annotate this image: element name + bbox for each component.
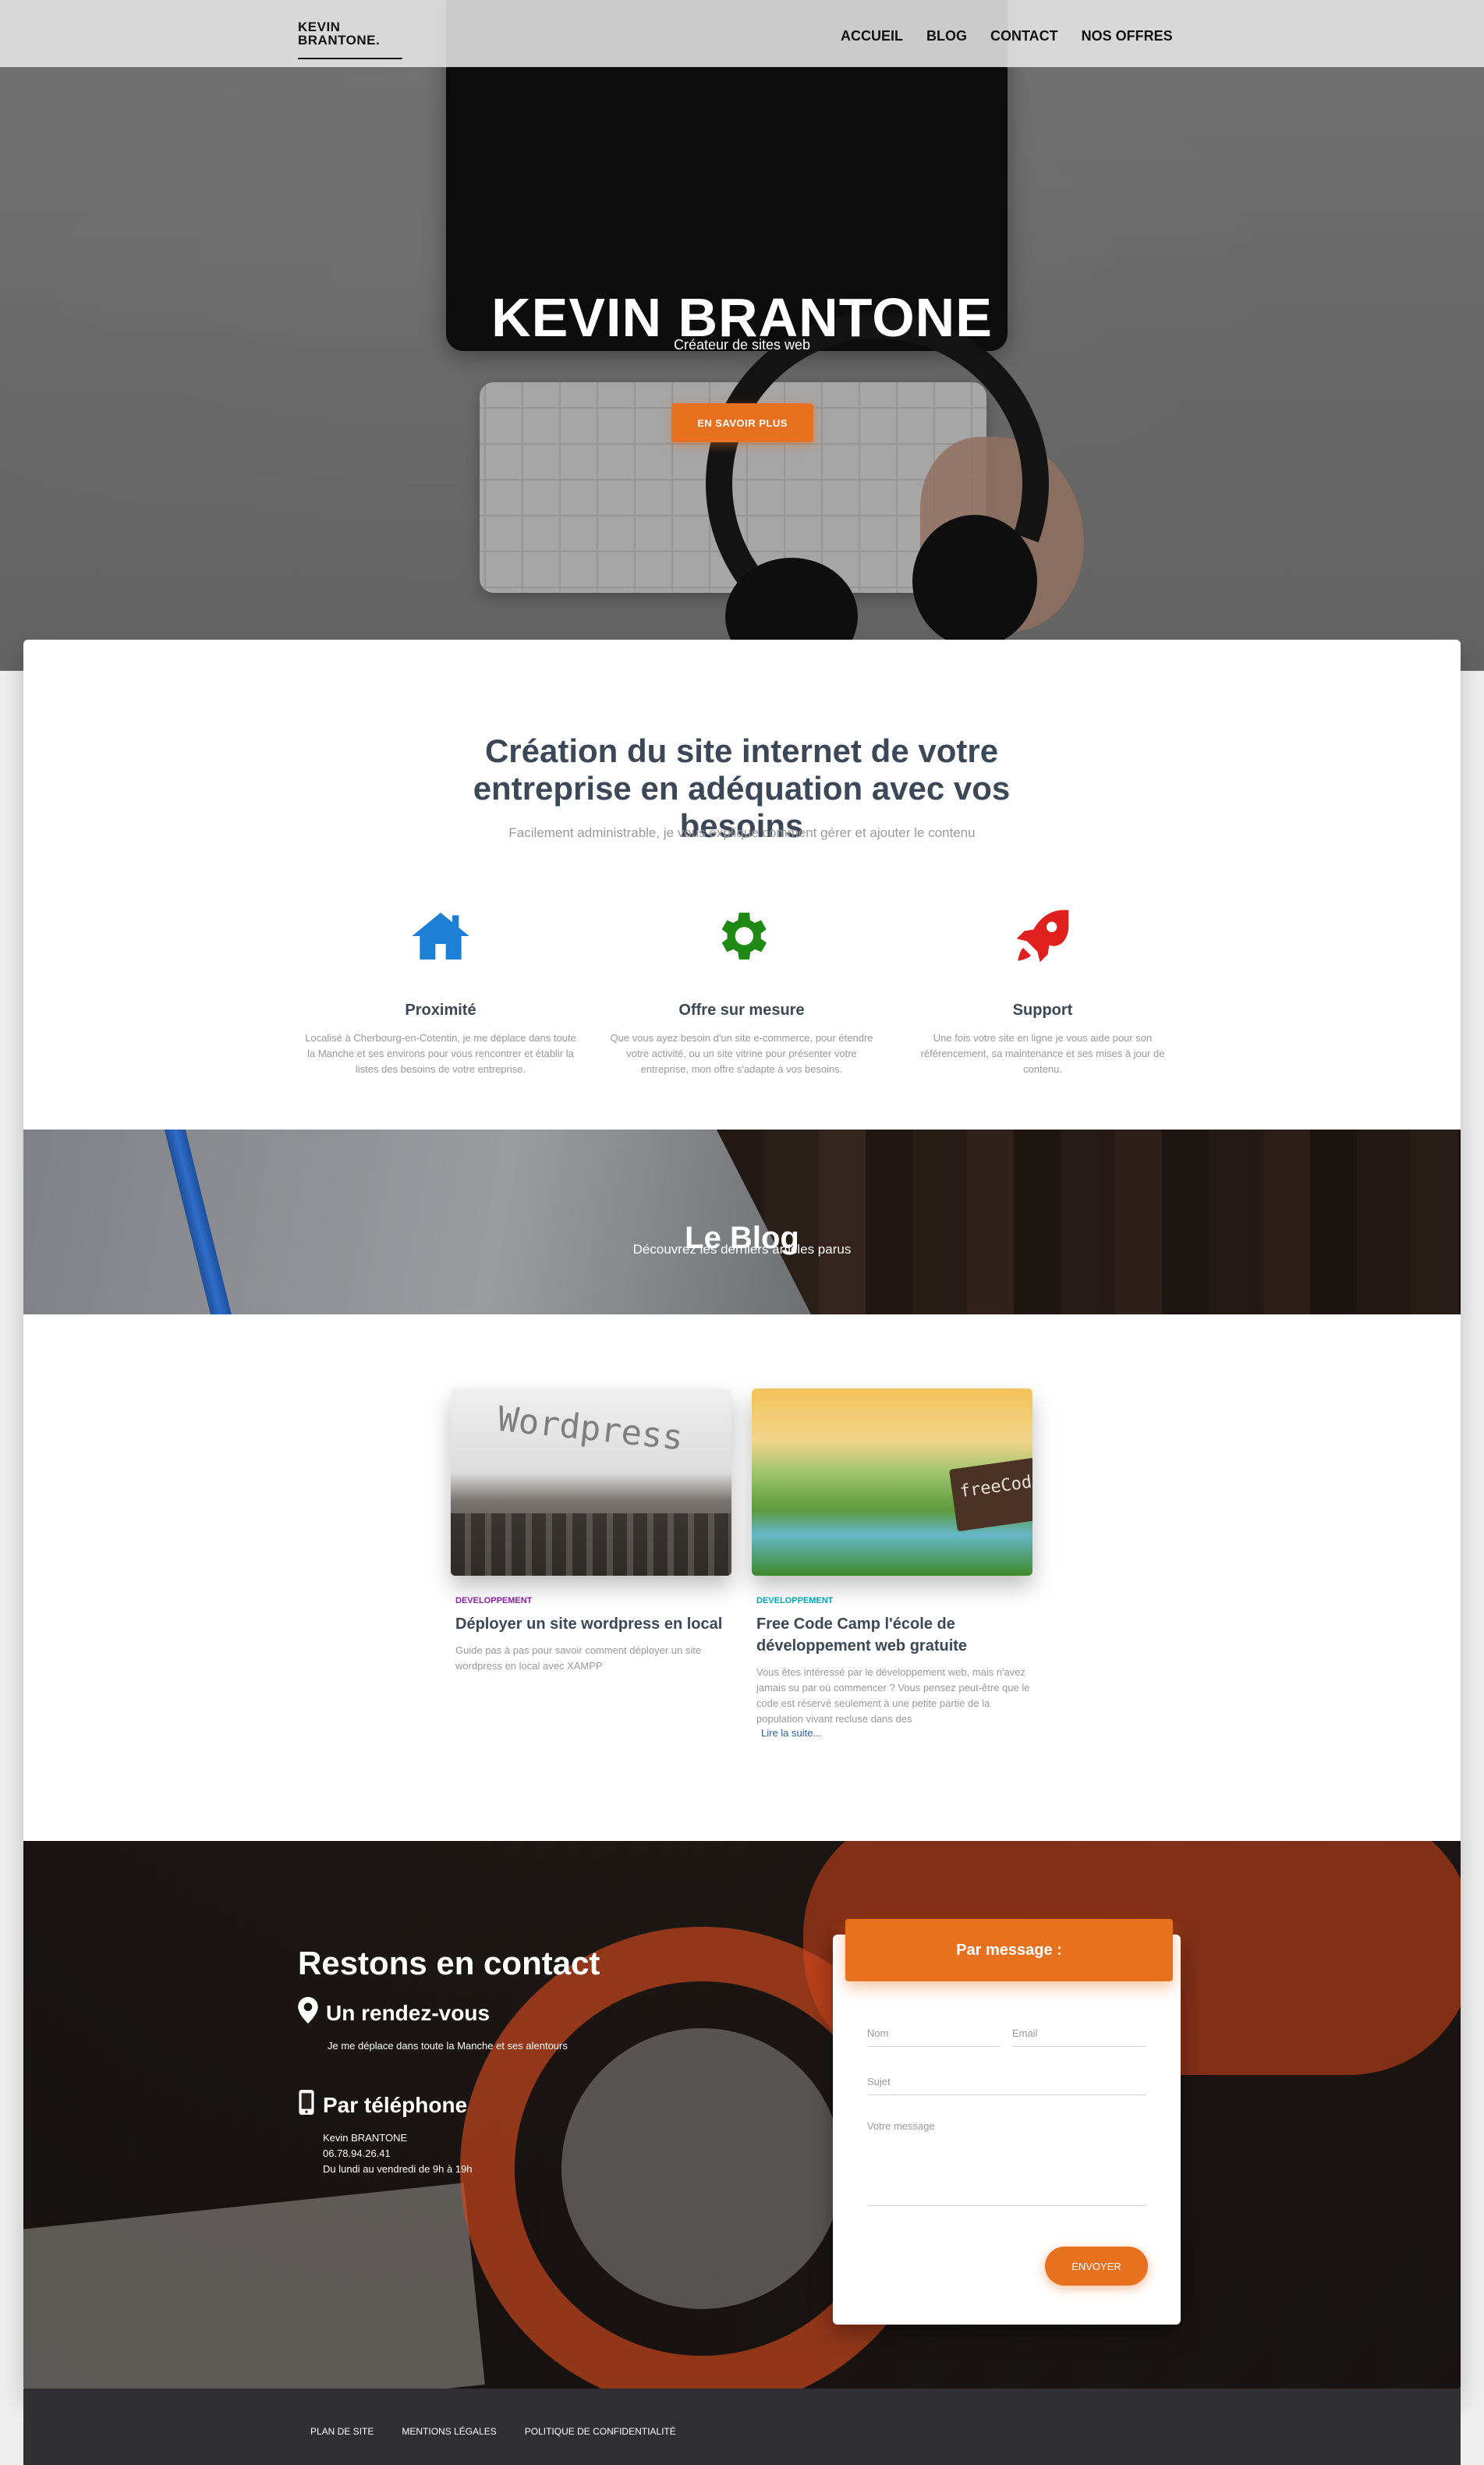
gear-icon [710, 905, 773, 967]
typewriter-keys [451, 1513, 731, 1576]
blog-subtitle: Découvrez les derniers articles parus [632, 1242, 852, 1257]
blog-post-card[interactable]: freeCode DEVELOPPEMENT Free Code Camp l'… [752, 1389, 1032, 1739]
send-button[interactable]: ENVOYER [1045, 2247, 1148, 2286]
post-title[interactable]: Déployer un site wordpress en local [455, 1613, 731, 1635]
feature-title: Offre sur mesure [678, 1002, 805, 1019]
post-image-caption: freeCode [948, 1457, 1032, 1532]
feature-title: Support [1012, 1002, 1073, 1019]
footer-link-plan[interactable]: PLAN DE SITE [310, 2426, 374, 2437]
subject-field[interactable] [867, 2069, 1146, 2095]
post-image-caption: Wordpress [495, 1399, 685, 1459]
phone-hours: Du lundi au vendredi de 9h à 19h [323, 2163, 473, 2175]
blog-post-card[interactable]: Wordpress DEVELOPPEMENT Déployer un site… [451, 1389, 731, 1705]
name-field[interactable] [867, 2020, 1000, 2047]
meeting-text: Je me déplace dans toute la Manche et se… [328, 2040, 568, 2052]
post-excerpt: Vous êtes intéressé par le développement… [756, 1666, 1030, 1725]
site-logo[interactable]: KEVIN BRANTONE. [298, 20, 402, 59]
contact-phone: Par téléphone Kevin BRANTONE 06.78.94.26… [298, 2089, 473, 2177]
main-content: Création du site internet de votre entre… [23, 640, 1461, 2391]
footer: PLAN DE SITE MENTIONS LÉGALES POLITIQUE … [23, 2389, 1461, 2465]
contact-bg-paper [23, 2183, 485, 2391]
meeting-title: Un rendez-vous [326, 2000, 491, 2025]
logo-line-2: BRANTONE. [298, 33, 381, 48]
nav-link-nos-offres[interactable]: NOS OFFRES [1082, 28, 1173, 44]
contact-form: Par message : ENVOYER [833, 1919, 1181, 2325]
logo-line-1: KEVIN [298, 20, 341, 34]
post-image-freecodecamp[interactable]: freeCode [752, 1389, 1032, 1576]
feature-proximite: Proximité Localisé à Cherbourg-en-Cotent… [300, 905, 581, 1077]
feature-text: Localisé à Cherbourg-en-Cotentin, je me … [305, 1032, 576, 1075]
learn-more-button[interactable]: EN SAVOIR PLUS [671, 403, 813, 442]
post-title[interactable]: Free Code Camp l'école de développement … [756, 1613, 1032, 1657]
intro-subtitle: Facilement administrable, je vous expliq… [508, 825, 976, 840]
post-excerpt: Guide pas à pas pour savoir comment dépl… [455, 1644, 702, 1672]
navbar: KEVIN BRANTONE. ACCUEIL BLOG CONTACT NOS… [0, 0, 1484, 67]
hero-subtitle: Créateur de sites web [673, 337, 811, 353]
phone-name: Kevin BRANTONE [323, 2132, 408, 2144]
feature-support: Support Une fois votre site en ligne je … [902, 905, 1183, 1077]
footer-links: PLAN DE SITE MENTIONS LÉGALES POLITIQUE … [310, 2426, 676, 2437]
hero-section: KEVIN BRANTONE Créateur de sites web EN … [0, 0, 1484, 671]
footer-link-privacy[interactable]: POLITIQUE DE CONFIDENTIALITÉ [525, 2426, 676, 2437]
post-image-wordpress[interactable]: Wordpress [451, 1389, 731, 1576]
footer-link-mentions[interactable]: MENTIONS LÉGALES [402, 2426, 496, 2437]
blog-banner: Le Blog Découvrez les derniers articles … [23, 1130, 1461, 1314]
home-icon [409, 905, 472, 967]
phone-details: Kevin BRANTONE 06.78.94.26.41 Du lundi a… [323, 2130, 473, 2177]
nav-link-contact[interactable]: CONTACT [990, 28, 1058, 44]
nav-link-accueil[interactable]: ACCUEIL [841, 28, 903, 44]
nav-link-blog[interactable]: BLOG [926, 28, 967, 44]
post-category: DEVELOPPEMENT [756, 1596, 834, 1605]
phone-icon [298, 2089, 315, 2121]
contact-meeting: Un rendez-vous Je me déplace dans toute … [298, 1997, 569, 2054]
map-pin-icon [298, 1997, 318, 2029]
feature-text: Que vous ayez besoin d'un site e-commerc… [610, 1032, 873, 1075]
feature-offre: Offre sur mesure Que vous ayez besoin d'… [601, 905, 882, 1077]
phone-number[interactable]: 06.78.94.26.41 [323, 2146, 473, 2162]
read-more-link[interactable]: Lire la suite... [761, 1727, 1032, 1739]
contact-title: Restons en contact [298, 1944, 600, 1981]
rocket-icon [1011, 905, 1074, 967]
message-field[interactable] [867, 2120, 1146, 2206]
form-header: Par message : [845, 1919, 1173, 1981]
contact-bg-phone-center [561, 2028, 842, 2309]
feature-text: Une fois votre site en ligne je vous aid… [920, 1032, 1165, 1075]
phone-title: Par téléphone [323, 2092, 468, 2117]
feature-title: Proximité [405, 1002, 476, 1019]
email-field[interactable] [1012, 2020, 1146, 2047]
contact-section: Restons en contact Un rendez-vous Je me … [23, 1841, 1461, 2391]
nav-menu: ACCUEIL BLOG CONTACT NOS OFFRES [841, 28, 1173, 44]
post-category: DEVELOPPEMENT [455, 1596, 533, 1605]
